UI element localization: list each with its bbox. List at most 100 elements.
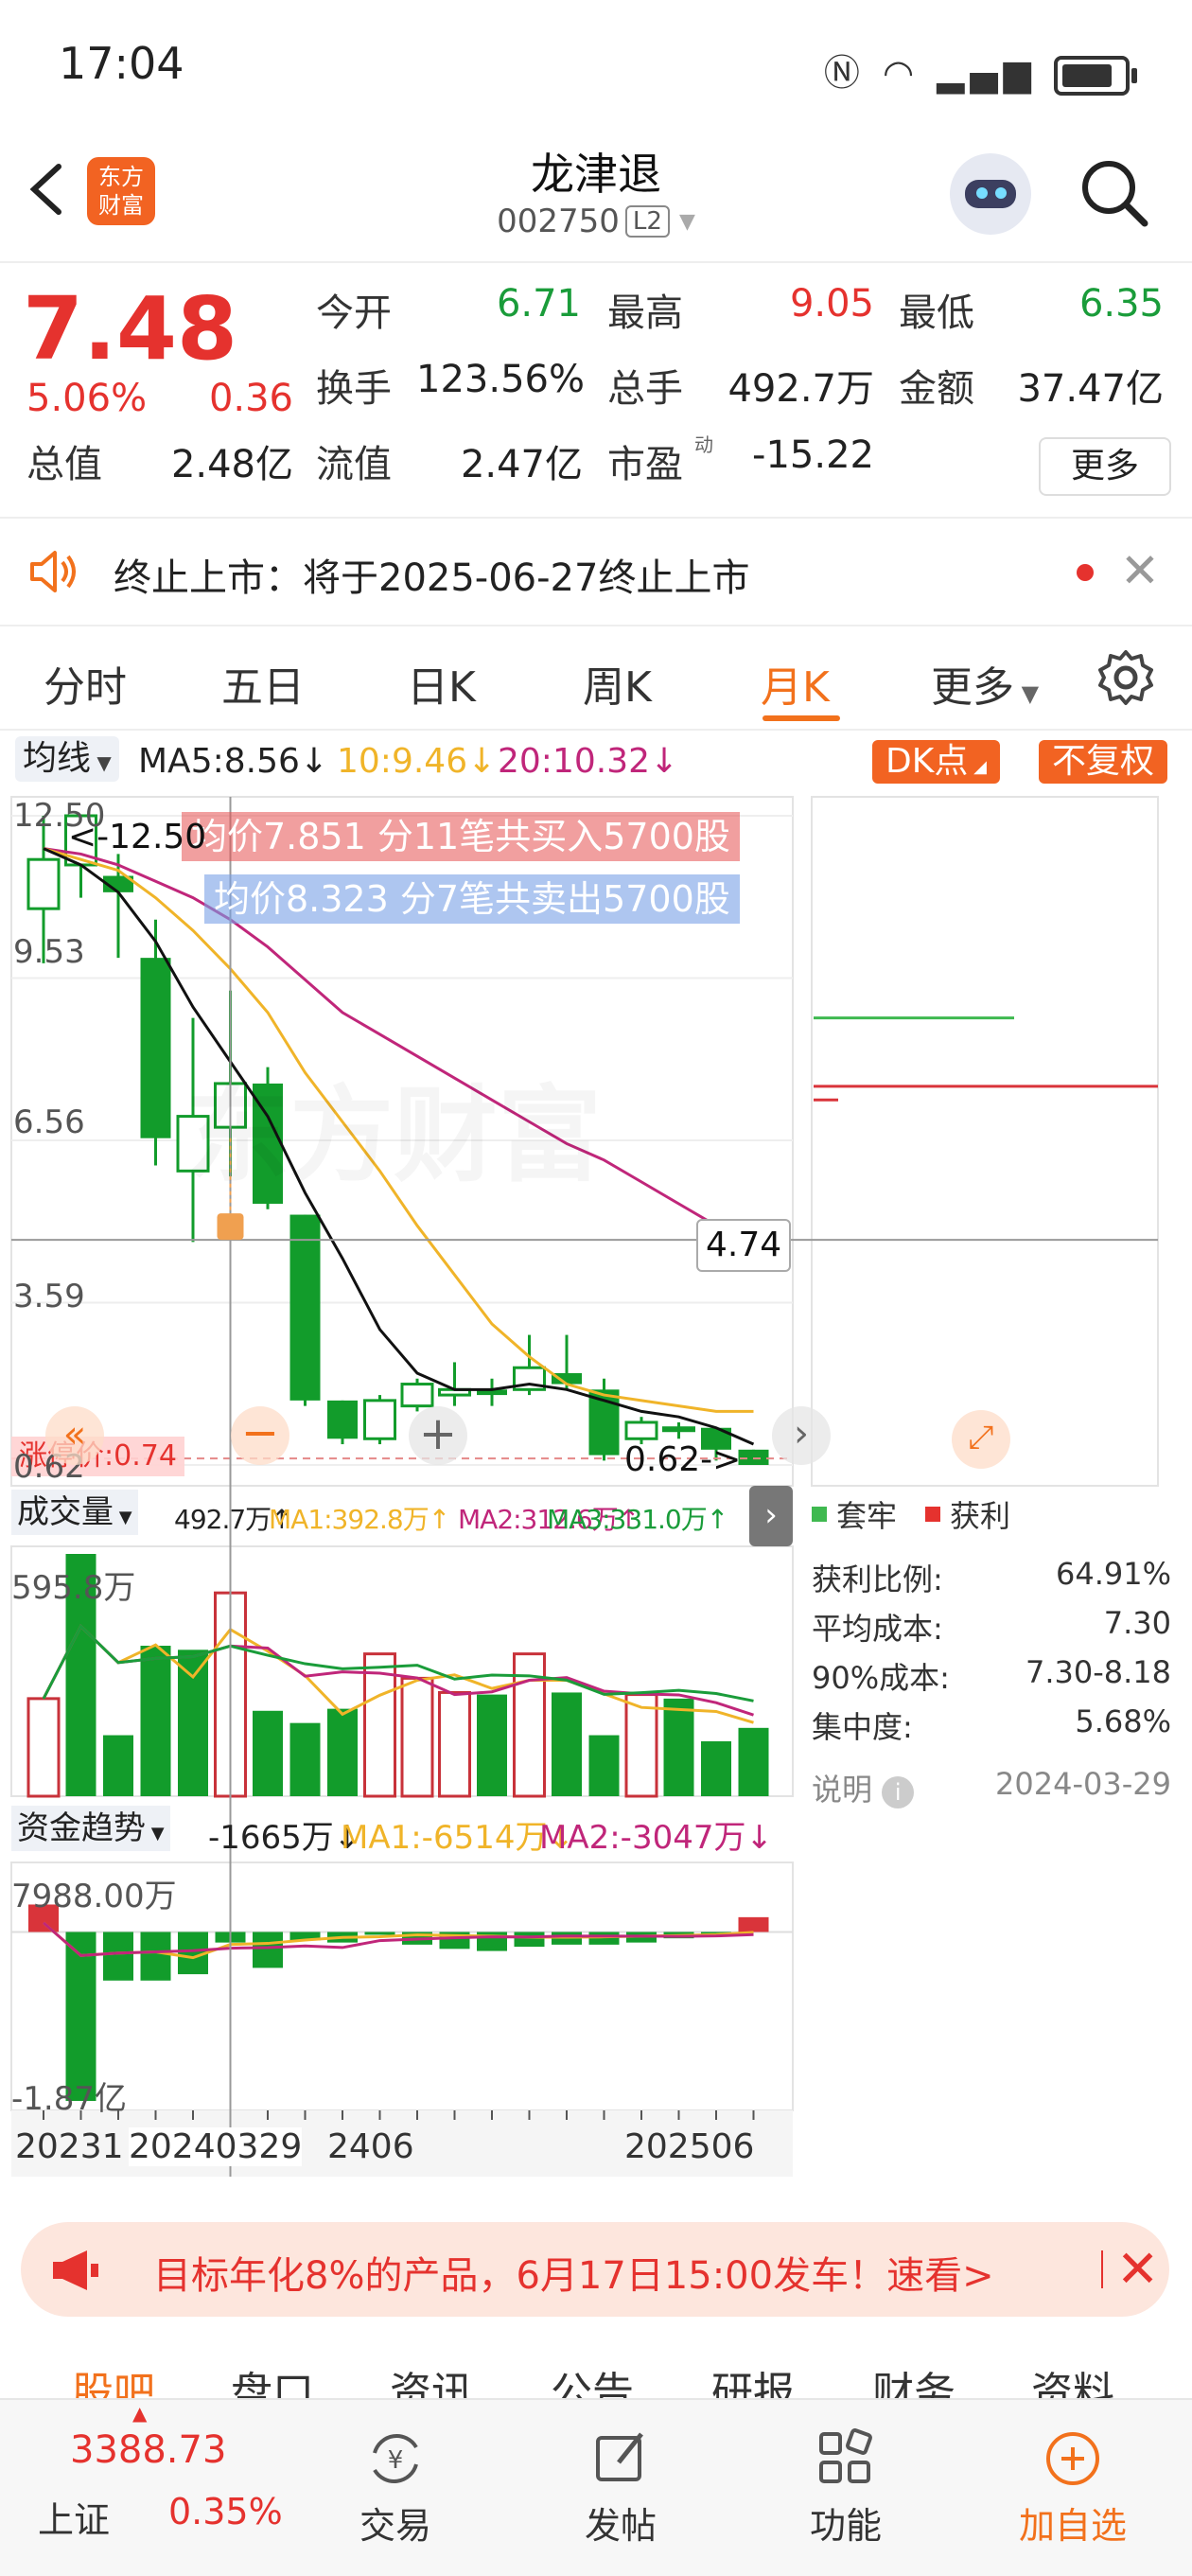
tab-intraday[interactable]: 分时: [44, 653, 127, 714]
more-button[interactable]: 更多: [1039, 437, 1171, 496]
profit-legend-swatch: [925, 1507, 941, 1522]
chevron-down-icon: ▼: [1014, 680, 1040, 707]
notice-close-button[interactable]: ✕: [1120, 543, 1160, 598]
fund-bar: [140, 1932, 171, 1981]
subtab-profile[interactable]: 资料: [1031, 2358, 1114, 2398]
fund-bar: [364, 1932, 395, 1935]
nav-add-watchlist-label: 加自选: [1018, 2505, 1127, 2547]
fund-bar: [514, 1932, 545, 1948]
period-tabs: 分时 五日 日K 周K 月K 更多 ▼: [0, 625, 1192, 731]
divider: [1101, 2250, 1103, 2288]
nav-functions[interactable]: 功能: [780, 2421, 912, 2549]
open-label: 今开: [316, 291, 392, 335]
search-button[interactable]: [1077, 155, 1152, 231]
chip-stats: 套牢 获利 获利比例: 64.91% 平均成本: 7.30 90%成本: 7.30-8…: [812, 1486, 1171, 1815]
no-adjust-button[interactable]: 不复权: [1039, 740, 1168, 784]
low-label: 最低: [899, 291, 974, 335]
nav-trade[interactable]: ¥ 交易: [329, 2421, 462, 2549]
active-tab-indicator: [763, 715, 840, 721]
tab-five-day[interactable]: 五日: [221, 653, 305, 714]
speaker-icon: [26, 545, 83, 602]
profit-legend: 获利: [950, 1498, 1011, 1534]
tab-weekly-k[interactable]: 周K: [583, 653, 652, 714]
candle-up: [400, 1383, 434, 1408]
chevron-down-icon: ▼: [91, 751, 112, 774]
float-mv-value: 2.47亿: [460, 443, 583, 486]
high-label: 最高: [607, 291, 683, 335]
subtab-finance[interactable]: 财务: [872, 2358, 955, 2398]
candle-up: [624, 1420, 658, 1440]
stock-code: 002750: [497, 203, 620, 240]
chip-row-avg-cost: 平均成本: 7.30: [812, 1605, 1171, 1654]
pe-value: -15.22: [752, 433, 874, 477]
chip-footer: 说明 i 2024-03-29: [812, 1766, 1171, 1815]
chip-date: 2024-03-29: [995, 1766, 1171, 1802]
x-label-cursor: 20240329: [129, 2127, 303, 2166]
scroll-right-button[interactable]: ›: [772, 1406, 831, 1465]
ma20-value: 20:10.32↓: [498, 742, 679, 781]
assistant-robot-icon[interactable]: [950, 153, 1031, 235]
zoom-out-button[interactable]: −: [231, 1406, 289, 1465]
bottom-nav: ▲ 3388.73 上证 0.35% ¥ 交易 发帖 功能 加自选: [0, 2398, 1192, 2576]
ma10-value: 10:9.46↓: [337, 742, 497, 781]
subtab-research[interactable]: 研报: [711, 2358, 795, 2398]
dk-label: DK点: [885, 742, 969, 781]
delisting-notice[interactable]: 终止上市：将于2025-06-27终止上市 ✕: [0, 517, 1192, 626]
subtab-orderbook[interactable]: 盘口: [231, 2358, 314, 2398]
dk-point-button[interactable]: DK点 ◢: [872, 740, 1000, 784]
volume-bar-down: [253, 1710, 283, 1796]
fullscreen-button[interactable]: ⤢: [952, 1410, 1010, 1469]
search-icon: [1082, 161, 1148, 227]
high-value: 9.05: [789, 282, 874, 326]
signal-icon: ▂▄▆: [937, 52, 1037, 94]
info-tabs: 股吧 盘口 资讯 公告 研报 财务 资料: [0, 2330, 1192, 2398]
volume-bar-down: [552, 1692, 582, 1796]
volume-bar-down: [701, 1740, 731, 1796]
zoom-in-button[interactable]: +: [409, 1406, 467, 1465]
volume-bar-up: [438, 1690, 471, 1798]
tab-daily-k[interactable]: 日K: [407, 653, 476, 714]
promo-banner[interactable]: 目标年化8%的产品，6月17日15:00发车！速看> ✕: [21, 2222, 1169, 2317]
nav-add-watchlist[interactable]: 加自选: [1007, 2421, 1139, 2549]
volume-label: 总手: [607, 367, 683, 411]
collapse-panel-button[interactable]: ›: [749, 1486, 793, 1546]
nav-post-label: 发帖: [584, 2505, 657, 2547]
volume-bar-up: [400, 1676, 434, 1798]
change-percent: 5.06%: [26, 377, 148, 420]
index-value[interactable]: 3388.73: [70, 2428, 226, 2472]
y-label-2: 9.53: [13, 933, 85, 971]
scroll-left-button[interactable]: «: [45, 1406, 104, 1465]
quote-panel: 7.48 5.06% 0.36 今开 6.71 最高 9.05 最低 6.35 …: [0, 263, 1192, 515]
y-label-4: 3.59: [13, 1278, 85, 1315]
float-mv-label: 流值: [316, 443, 392, 486]
trap-legend-swatch: [812, 1507, 827, 1522]
promo-close-button[interactable]: ✕: [1116, 2239, 1159, 2299]
chip-value: 7.30: [1103, 1605, 1171, 1641]
ma-selector[interactable]: 均线 ▼: [15, 736, 119, 782]
fund-bar: [103, 1932, 133, 1981]
tab-monthly-k[interactable]: 月K: [761, 653, 830, 714]
close-icon: ✕: [1116, 2239, 1160, 2299]
chip-frame: [811, 796, 1159, 1487]
fund-value: -1665万↓: [208, 1819, 361, 1857]
fund-selector[interactable]: 资金趋势 ▼: [11, 1806, 170, 1851]
subtab-announcements[interactable]: 公告: [551, 2358, 634, 2398]
ma-selector-label: 均线: [23, 739, 92, 778]
change-amount: 0.36: [208, 377, 293, 420]
nav-post[interactable]: 发帖: [554, 2421, 687, 2549]
volume-selector[interactable]: 成交量 ▼: [11, 1490, 138, 1535]
explain-link[interactable]: 说明 i: [812, 1766, 915, 1815]
subtab-forum[interactable]: 股吧: [72, 2358, 155, 2398]
candle-down: [289, 1214, 321, 1401]
volume-bar-down: [327, 1708, 358, 1796]
candle-up: [26, 857, 61, 910]
amount-value: 37.47亿: [1017, 367, 1164, 411]
volume-bar-down: [477, 1694, 507, 1796]
tab-more[interactable]: 更多 ▼: [931, 653, 1039, 714]
candle-up: [363, 1399, 396, 1440]
volume-bar-down: [103, 1735, 133, 1796]
subtab-news[interactable]: 资讯: [390, 2358, 473, 2398]
chip-label: 获利比例:: [812, 1561, 943, 1597]
megaphone-icon: [49, 2247, 102, 2298]
settings-button[interactable]: [1096, 647, 1156, 712]
